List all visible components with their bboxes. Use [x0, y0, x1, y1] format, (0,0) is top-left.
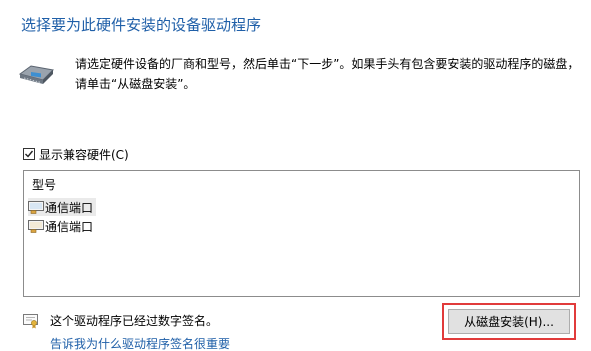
list-item[interactable]: 通信端口	[28, 198, 97, 216]
page-title: 选择要为此硬件安装的设备驱动程序	[21, 16, 262, 34]
checkmark-icon	[25, 150, 34, 158]
show-compatible-label: 显示兼容硬件(C)	[39, 147, 129, 162]
signed-driver-text: 这个驱动程序已经过数字签名。	[50, 314, 219, 328]
port-icon	[28, 201, 44, 214]
certificate-icon	[23, 314, 38, 329]
show-compatible-checkbox-row[interactable]: 显示兼容硬件(C)	[23, 146, 129, 162]
driver-signing-link[interactable]: 告诉我为什么驱动程序签名很重要	[50, 337, 230, 351]
model-listbox[interactable]: 型号 通信端口 通信端口	[23, 170, 580, 297]
instruction-line-1: 请选定硬件设备的厂商和型号，然后单击“下一步”。如果手头有包含要安装的驱动程序的…	[75, 57, 580, 71]
list-item[interactable]: 通信端口	[28, 217, 96, 235]
hardware-card-icon	[18, 65, 55, 84]
port-icon	[28, 220, 44, 233]
list-column-header-model: 型号	[32, 178, 57, 192]
instruction-text: 请选定硬件设备的厂商和型号，然后单击“下一步”。如果手头有包含要安装的驱动程序的…	[75, 54, 585, 94]
have-disk-button[interactable]: 从磁盘安装(H)...	[442, 303, 576, 340]
show-compatible-checkbox[interactable]	[23, 148, 35, 160]
list-item-label: 通信端口	[45, 200, 94, 215]
instruction-line-2: 请单击“从磁盘安装”。	[75, 77, 196, 91]
list-item-label: 通信端口	[45, 219, 94, 234]
